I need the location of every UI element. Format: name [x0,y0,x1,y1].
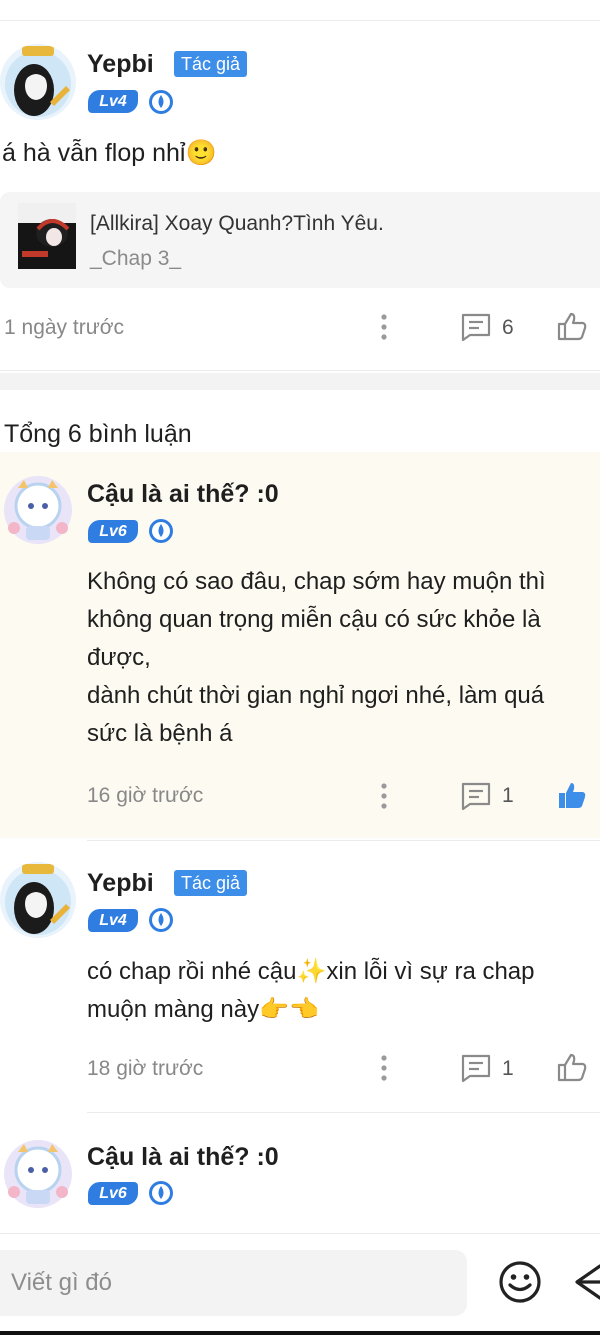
comment-line: sức là bệnh á [87,720,233,747]
comment-line: được, [87,644,151,671]
author-avatar-image [0,44,76,120]
section-gap [0,373,600,390]
comment-line: Không có sao đâu, chap sớm hay muộn thì [87,568,546,595]
comment-divider [87,840,600,841]
section-divider [0,370,600,371]
top-divider [0,20,600,21]
level-badge: Lv6 [88,520,138,543]
emoji-icon[interactable] [498,1260,542,1304]
author-avatar[interactable] [0,44,76,120]
comment-input[interactable] [0,1250,467,1316]
comment-divider [87,1112,600,1113]
level-badge: Lv4 [88,909,138,932]
reply-count: 1 [502,1057,514,1080]
comment-line: dành chút thời gian nghỉ ngơi nhé, làm q… [87,682,545,709]
thumbs-up-icon[interactable] [556,1051,588,1083]
commenter-name[interactable]: Yepbi [87,869,154,898]
water-drop-icon [148,1180,174,1206]
comment-input-wrapper [0,1250,467,1316]
comment-line: muộn màng này👉👈 [87,996,319,1023]
commenter-avatar-image [0,1134,76,1210]
comment-text: Không có sao đâu, chap sớm hay muộn thì … [87,563,546,753]
author-avatar-image [0,862,76,938]
comment-time: 16 giờ trước [87,784,204,807]
comment-icon[interactable] [460,312,492,342]
chapter-title: [Allkira] Xoay Quanh?Tình Yêu. [90,212,384,235]
commenter-avatar-image [0,470,76,546]
comment-icon[interactable] [460,781,492,811]
water-drop-icon [148,518,174,544]
comment-icon[interactable] [460,1053,492,1083]
comment-line: có chap rồi nhé cậu✨xin lỗi vì sự ra cha… [87,958,535,985]
comment-text: có chap rồi nhé cậu✨xin lỗi vì sự ra cha… [87,953,535,1029]
bottom-edge [0,1331,600,1335]
commenter-name[interactable]: Cậu là ai thế? :0 [87,480,279,509]
post-content: á hà vẫn flop nhỉ🙂 [2,139,217,167]
water-drop-icon [148,907,174,933]
composer-divider [0,1233,600,1234]
commenter-name[interactable]: Cậu là ai thế? :0 [87,1143,279,1172]
commenter-avatar[interactable] [0,1134,76,1210]
thumbs-up-icon[interactable] [556,310,588,342]
reply-count: 6 [502,316,514,339]
reply-count: 1 [502,784,514,807]
more-vertical-icon[interactable] [377,312,391,342]
more-vertical-icon[interactable] [377,781,391,811]
chapter-subtitle: _Chap 3_ [90,247,182,270]
author-name[interactable]: Yepbi [87,50,154,79]
water-drop-icon [148,89,174,115]
post-time: 1 ngày trước [4,316,125,339]
comment-line: không quan trọng miễn cậu có sức khỏe là [87,606,541,633]
thumbs-up-filled-icon[interactable] [556,779,588,811]
author-badge: Tác giả [174,51,248,77]
author-avatar[interactable] [0,862,76,938]
commenter-avatar[interactable] [0,470,76,546]
level-badge: Lv6 [88,1182,138,1205]
chapter-card[interactable]: [Allkira] Xoay Quanh?Tình Yêu. _Chap 3_ [0,192,600,288]
comment-time: 18 giờ trước [87,1057,204,1080]
author-badge: Tác giả [174,870,248,896]
more-vertical-icon[interactable] [377,1053,391,1083]
level-badge: Lv4 [88,90,138,113]
comments-count-title: Tổng 6 bình luận [4,420,192,448]
chapter-thumbnail [18,203,76,269]
send-icon[interactable] [574,1262,600,1302]
